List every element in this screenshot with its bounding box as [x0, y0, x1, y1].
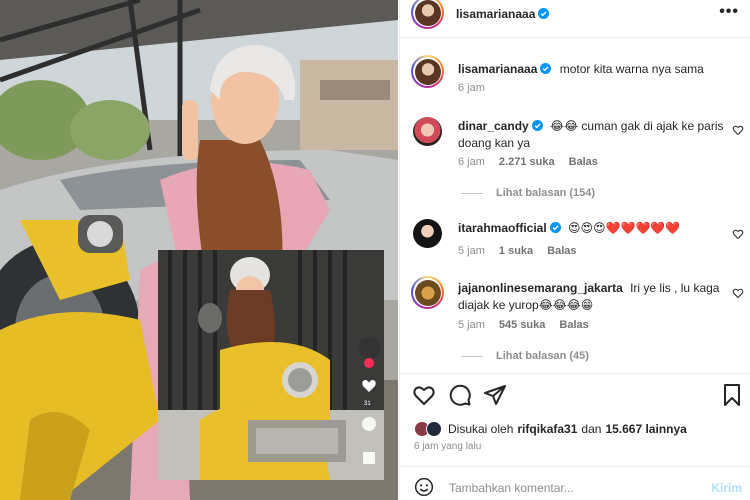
comment-meta: 5 jam 545 suka Balas: [458, 319, 589, 331]
view-replies-label: Lihat balasan (45): [496, 350, 589, 362]
replies-line: [461, 192, 483, 194]
emoji-icon[interactable]: [414, 477, 434, 497]
like-comment-heart-icon[interactable]: [732, 287, 744, 299]
comment-time: 5 jam: [458, 245, 485, 257]
author-username[interactable]: lisamarianaaa: [456, 7, 535, 21]
post-photo: 31: [0, 0, 398, 500]
liker-avatar: [426, 421, 442, 437]
bookmark-icon[interactable]: [720, 383, 744, 407]
post-media[interactable]: 31: [0, 0, 398, 500]
comment-likes[interactable]: 2.271 suka: [499, 156, 555, 168]
comment-username[interactable]: dinar_candy: [458, 119, 529, 133]
comment-text-line: jajanonlinesemarang_jakarta Iri ye lis ,…: [458, 280, 728, 314]
verified-icon: [549, 222, 561, 233]
comment-item: jajanonlinesemarang_jakarta Iri ye lis ,…: [400, 276, 750, 369]
author-avatar[interactable]: [411, 0, 444, 29]
like-comment-heart-icon[interactable]: [732, 124, 744, 136]
comment-likes[interactable]: 1 suka: [499, 245, 533, 257]
action-bar: [400, 383, 750, 409]
comment-likes[interactable]: 545 suka: [499, 319, 545, 331]
comment-input[interactable]: Tambahkan komentar...: [449, 481, 679, 495]
caption-avatar[interactable]: [411, 55, 444, 88]
verified-icon: [538, 8, 550, 19]
comment-box-divider: [400, 466, 750, 467]
comment-meta: 6 jam 2.271 suka Balas: [458, 156, 598, 168]
caption-username[interactable]: lisamarianaaa: [458, 62, 537, 76]
like-comment-heart-icon[interactable]: [732, 228, 744, 240]
comment-item: dinar_candy 😂😂 cuman gak di ajak ke pari…: [400, 117, 750, 207]
comment-meta: 5 jam 1 suka Balas: [458, 245, 577, 257]
comment-username[interactable]: jajanonlinesemarang_jakarta: [458, 281, 623, 295]
replies-line: [461, 355, 483, 357]
comment-avatar[interactable]: [411, 276, 444, 309]
caption-text-line: lisamarianaaa motor kita warna nya sama: [458, 61, 704, 78]
caption-time: 6 jam: [458, 82, 485, 94]
comment-icon[interactable]: [448, 383, 472, 407]
share-icon[interactable]: [483, 383, 507, 407]
post-header: lisamarianaaa •••: [400, 0, 750, 29]
reply-button[interactable]: Balas: [547, 245, 576, 257]
comment-avatar[interactable]: [413, 219, 442, 248]
likes-and: dan: [581, 422, 602, 436]
post-comment-button[interactable]: Kirim: [711, 481, 742, 495]
comment-username[interactable]: itarahmaofficial: [458, 221, 547, 235]
caption-meta: 6 jam: [458, 82, 485, 94]
comment-text-line: itarahmaofficial 😍😍😍❤️❤️❤️❤️❤️: [458, 220, 680, 237]
verified-icon: [531, 120, 543, 131]
post-panel: lisamarianaaa ••• lisamarianaaa motor ki…: [399, 0, 750, 500]
reply-button[interactable]: Balas: [569, 156, 598, 168]
comment-time: 5 jam: [458, 319, 485, 331]
view-replies-label: Lihat balasan (154): [496, 187, 596, 199]
comment-text-line: dinar_candy 😂😂 cuman gak di ajak ke pari…: [458, 118, 728, 152]
likes-prefix: Disukai oleh: [448, 422, 514, 436]
likes-summary: Disukai oleh rifqikafa31 dan 15.667 lain…: [414, 420, 691, 438]
like-heart-icon[interactable]: [412, 383, 436, 407]
caption: lisamarianaaa motor kita warna nya sama …: [400, 55, 750, 95]
view-replies-button[interactable]: Lihat balasan (45): [461, 350, 589, 362]
author-line: lisamarianaaa: [456, 5, 550, 23]
likes-others[interactable]: 15.667 lainnya: [605, 422, 686, 436]
svg-text:31: 31: [364, 401, 371, 407]
likes-user[interactable]: rifqikafa31: [517, 422, 577, 436]
post-timestamp: 6 jam yang lalu: [414, 441, 482, 452]
verified-icon: [540, 63, 552, 74]
more-options-icon[interactable]: •••: [719, 3, 739, 21]
actions-divider: [400, 373, 750, 374]
view-replies-button[interactable]: Lihat balasan (154): [461, 187, 595, 199]
comment-item: itarahmaofficial 😍😍😍❤️❤️❤️❤️❤️ 5 jam 1 s…: [400, 219, 750, 263]
comment-time: 6 jam: [458, 156, 485, 168]
comment-text: 😍😍😍❤️❤️❤️❤️❤️: [568, 221, 681, 235]
header-divider: [400, 37, 750, 38]
comment-avatar[interactable]: [413, 117, 442, 146]
caption-text: motor kita warna nya sama: [559, 62, 704, 76]
add-comment-bar: Tambahkan komentar... Kirim: [400, 475, 750, 500]
liker-avatars: [414, 421, 444, 437]
reply-button[interactable]: Balas: [559, 319, 588, 331]
